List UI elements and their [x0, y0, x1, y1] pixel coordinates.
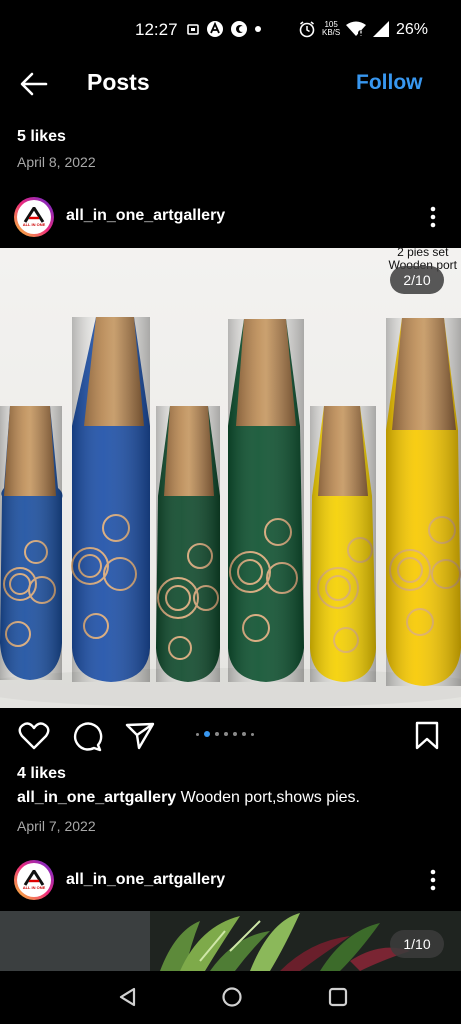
app-a-icon	[207, 21, 223, 37]
avatar[interactable]: ALL IN ONE	[14, 860, 54, 900]
alarm-icon	[299, 21, 315, 38]
circle-home-icon	[222, 987, 242, 1007]
cell-signal-icon	[373, 21, 390, 37]
caption-username[interactable]: all_in_one_artgallery	[17, 789, 176, 806]
status-time: 12:27	[135, 20, 178, 39]
more-options-button[interactable]	[430, 206, 436, 228]
comment-bubble-icon	[73, 722, 103, 752]
heart-icon	[18, 722, 50, 750]
post-date: April 7, 2022	[17, 818, 96, 834]
carousel-indicator	[196, 731, 254, 737]
square-recents-icon	[328, 987, 348, 1007]
app-c-icon	[231, 21, 247, 37]
kebab-menu-icon	[430, 206, 436, 228]
page-title: Posts	[87, 69, 150, 95]
battery-level: 26%	[396, 21, 429, 38]
carousel-dot-active	[204, 731, 210, 737]
gallery-logo-icon	[23, 870, 45, 886]
network-speed-unit: KB/S	[322, 28, 341, 37]
carousel-dot	[196, 732, 199, 736]
avatar[interactable]: ALL IN ONE	[14, 197, 54, 237]
nav-recents-button[interactable]	[326, 985, 350, 1009]
bookmark-icon	[415, 721, 439, 750]
comment-button[interactable]	[71, 720, 103, 752]
notification-icon	[187, 24, 199, 35]
send-paper-plane-icon	[125, 722, 155, 750]
vase-blue-small	[0, 406, 63, 680]
vase-yellow-tall	[386, 318, 461, 686]
likes-count[interactable]: 5 likes	[17, 128, 66, 146]
post-date: April 8, 2022	[17, 154, 96, 170]
kebab-menu-icon	[430, 869, 436, 891]
caption-text: Wooden port,shows pies.	[176, 789, 360, 806]
status-bar: 12:27 105 KB/S 26%	[0, 0, 461, 62]
avatar-logo-background: ALL IN ONE	[17, 863, 51, 897]
avatar-logo-background: ALL IN ONE	[17, 200, 51, 234]
post-username[interactable]: all_in_one_artgallery	[66, 207, 225, 225]
avatar-logo-text: ALL IN ONE	[22, 222, 46, 227]
carousel-dot	[233, 732, 237, 736]
triangle-back-icon	[119, 987, 136, 1007]
gallery-logo-icon	[23, 207, 45, 223]
carousel-dot	[242, 732, 246, 736]
nav-home-button[interactable]	[220, 985, 244, 1009]
post-image[interactable]	[0, 248, 461, 708]
vase-green-small	[156, 406, 220, 682]
follow-button[interactable]: Follow	[356, 71, 423, 95]
carousel-dot	[215, 732, 219, 736]
save-button[interactable]	[412, 720, 444, 752]
network-speed: 105 KB/S	[322, 21, 340, 37]
post-username[interactable]: all_in_one_artgallery	[66, 871, 225, 889]
more-options-button[interactable]	[430, 869, 436, 891]
arrow-left-icon	[20, 72, 48, 96]
wifi-icon	[346, 21, 367, 36]
likes-count[interactable]: 4 likes	[17, 765, 66, 783]
carousel-dot	[251, 732, 254, 736]
vase-yellow-small	[310, 406, 376, 682]
avatar-logo-text: ALL IN ONE	[22, 885, 46, 890]
more-dot-icon	[255, 26, 261, 32]
back-button[interactable]	[18, 70, 50, 98]
image-counter-badge: 2/10	[390, 266, 444, 294]
vase-green-tall	[228, 319, 304, 682]
like-button[interactable]	[18, 720, 50, 752]
vase-blue-tall	[71, 317, 150, 682]
image-counter-badge: 1/10	[390, 930, 444, 958]
share-button[interactable]	[124, 720, 156, 752]
nav-back-button[interactable]	[116, 985, 140, 1009]
vases-photo	[0, 317, 461, 708]
carousel-dot	[224, 732, 228, 736]
status-notification-icons	[186, 20, 262, 38]
status-system-icons: 105 KB/S	[298, 20, 390, 38]
post-caption: all_in_one_artgallery Wooden port,shows …	[17, 789, 360, 807]
